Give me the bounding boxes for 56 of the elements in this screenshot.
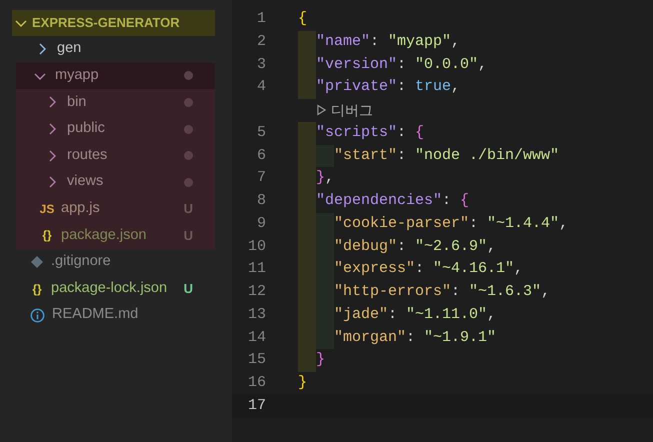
code-text: "express": "~4.16.1", bbox=[334, 259, 524, 280]
file-item[interactable]: JS app.js U bbox=[16, 196, 215, 222]
line-number: 6 bbox=[256, 146, 266, 166]
folder-title: EXPRESS-GENERATOR bbox=[32, 14, 180, 32]
code-text: "scripts": { bbox=[316, 122, 424, 143]
line-number: 4 bbox=[256, 77, 266, 98]
explorer-header[interactable]: EXPRESS-GENERATOR bbox=[12, 10, 215, 36]
folder-item[interactable]: views bbox=[16, 168, 215, 196]
git-status: U bbox=[184, 200, 193, 218]
folder-item[interactable]: routes bbox=[16, 142, 215, 169]
json-file-icon: {} bbox=[38, 226, 56, 244]
file-item[interactable]: {} package.json U bbox=[16, 222, 215, 249]
git-status: U bbox=[184, 280, 193, 298]
code-lens-label[interactable]: 디버그 bbox=[331, 100, 373, 121]
js-file-icon: JS bbox=[38, 200, 56, 218]
file-item[interactable]: README.md bbox=[0, 302, 215, 329]
code-text: "cookie-parser": "~1.4.4", bbox=[334, 214, 568, 234]
line-number: 3 bbox=[256, 54, 266, 75]
line-number: 10 bbox=[246, 236, 266, 257]
line-number: 12 bbox=[246, 282, 266, 302]
line-number: 14 bbox=[246, 328, 266, 348]
code-text: { bbox=[298, 9, 308, 30]
line-number: 2 bbox=[256, 32, 266, 52]
code-text: "http-errors": "~1.6.3", bbox=[334, 282, 550, 302]
json-file-icon: {} bbox=[28, 280, 46, 298]
folder-item[interactable]: public bbox=[16, 116, 215, 142]
line-number: 5 bbox=[256, 122, 266, 143]
line-number: 11 bbox=[246, 259, 266, 280]
code-text: "start": "node ./bin/www" bbox=[334, 146, 560, 166]
folder-item[interactable]: bin bbox=[16, 89, 215, 116]
code-text: } bbox=[316, 350, 326, 370]
line-number: 17 bbox=[246, 396, 266, 416]
code-text: "jade": "~1.11.0", bbox=[334, 304, 496, 325]
code-text: "morgan": "~1.9.1" bbox=[334, 328, 496, 348]
code-text: "name": "myapp", bbox=[316, 32, 460, 52]
code-text: "version": "0.0.0", bbox=[316, 54, 488, 75]
code-text: "dependencies": { bbox=[316, 191, 470, 212]
code-text: "debug": "~2.6.9", bbox=[334, 236, 496, 257]
info-icon bbox=[30, 308, 45, 323]
folder-item[interactable]: gen bbox=[0, 36, 215, 63]
line-number: 8 bbox=[256, 191, 266, 212]
line-number: 15 bbox=[246, 350, 266, 370]
git-diamond-icon bbox=[30, 255, 44, 270]
line-number: 13 bbox=[246, 304, 266, 325]
code-text: }, bbox=[316, 168, 334, 188]
file-item[interactable]: {} package-lock.json U bbox=[0, 275, 215, 302]
run-icon[interactable] bbox=[317, 104, 326, 116]
line-number: 16 bbox=[246, 373, 266, 394]
code-text: } bbox=[298, 373, 308, 394]
line-number: 1 bbox=[256, 9, 266, 30]
file-item[interactable]: .gitignore bbox=[0, 248, 215, 276]
git-status: U bbox=[184, 226, 193, 245]
line-number: 7 bbox=[256, 168, 266, 188]
code-text: "private": true, bbox=[316, 77, 460, 98]
folder-item[interactable]: myapp bbox=[16, 62, 215, 90]
line-number: 9 bbox=[256, 214, 266, 234]
